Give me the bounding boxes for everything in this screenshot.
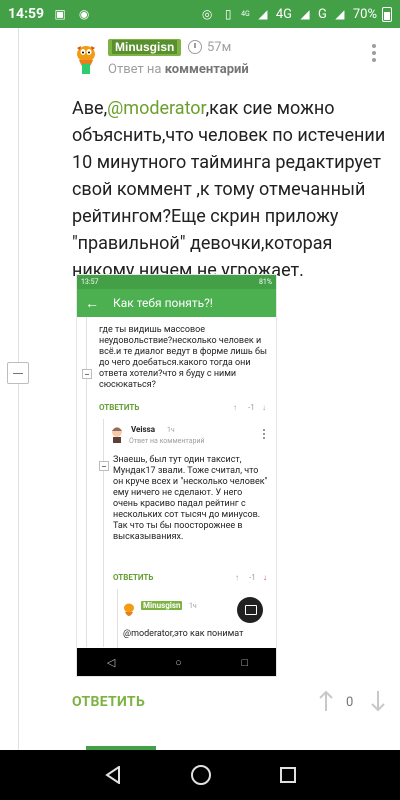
hotspot-icon: ◎ bbox=[201, 7, 213, 21]
reply-to-target[interactable]: комментарий bbox=[165, 62, 249, 77]
username-badge[interactable]: Minusgisn bbox=[108, 39, 182, 56]
embed-thread-line-3 bbox=[117, 589, 118, 649]
signal-icon-1: ◢ bbox=[258, 7, 268, 21]
embed-nav-bar: ◁ ○ □ bbox=[77, 648, 276, 676]
embed-time-2: 1ч bbox=[167, 426, 175, 434]
embed-reply-to-2: Ответ на комментарий bbox=[129, 437, 205, 445]
embed-collapse-icon bbox=[82, 369, 92, 379]
embed-status-time: 13:57 bbox=[81, 278, 99, 286]
embed-reply-link-2: ОТВЕТИТЬ bbox=[113, 573, 154, 582]
embed-second-comment: Знаешь, был тут один таксист, Мундак17 з… bbox=[113, 455, 268, 542]
embed-toolbar: ← Как тебя понять?! bbox=[77, 289, 276, 317]
embed-first-comment: где ты видишь массовое неудовольствие?не… bbox=[99, 325, 267, 390]
comment-text-start: Аве, bbox=[72, 98, 108, 119]
battery-percent: 70% bbox=[352, 6, 377, 22]
status-bar: 14:59 ▣ ◉ ◎ ▯ 4G ◢ 4G ◢ G ◢ 70% bbox=[0, 0, 400, 28]
nav-recent-apps-icon[interactable] bbox=[279, 767, 296, 783]
comment-score: 0 bbox=[346, 695, 354, 710]
vote-down-icon[interactable] bbox=[370, 690, 386, 712]
comment-time: 57м bbox=[207, 40, 232, 55]
comment-body: Аве,@moderator,как сие можно объяснить,ч… bbox=[72, 95, 392, 284]
network-label-1: 4G bbox=[275, 6, 292, 22]
reply-to-line[interactable]: Ответ на комментарий bbox=[108, 62, 249, 77]
embed-score-2: -1 bbox=[249, 573, 256, 582]
embed-nav-home-icon: ○ bbox=[175, 655, 182, 669]
lte-label: 4G bbox=[241, 9, 250, 18]
embed-thread-line-2 bbox=[103, 419, 104, 647]
vibrate-icon: ▯ bbox=[224, 7, 232, 21]
reply-to-prefix: Ответ на bbox=[108, 62, 162, 77]
network-type-g: G bbox=[318, 6, 327, 22]
notification-icons: ▣ ◉ bbox=[52, 7, 92, 21]
embed-reply-to-prefix-2: Ответ на bbox=[129, 437, 158, 445]
embed-status-battery: 81% bbox=[259, 278, 272, 286]
navigation-bar bbox=[0, 750, 400, 800]
embed-time-3: 1ч bbox=[189, 602, 197, 610]
embed-comment-fab-icon bbox=[237, 597, 263, 623]
embed-collapse-icon-2 bbox=[99, 461, 109, 471]
embed-title: Как тебя понять?! bbox=[113, 296, 213, 310]
username: Minusgisn bbox=[112, 40, 178, 54]
embed-reply-to-target-2: комментарий bbox=[159, 437, 205, 445]
embed-reply-link-1: ОТВЕТИТЬ bbox=[99, 403, 140, 412]
battery-icon bbox=[382, 6, 392, 22]
embed-username-3: Minusgisn bbox=[141, 601, 183, 610]
more-options-icon[interactable] bbox=[372, 44, 376, 64]
sync-icon: ◉ bbox=[78, 7, 90, 21]
avatar[interactable] bbox=[70, 40, 102, 80]
embed-username-2: Veissa bbox=[131, 425, 155, 434]
embed-nav-recent-icon: □ bbox=[241, 655, 249, 669]
thread-line bbox=[18, 28, 19, 750]
nav-home-icon[interactable] bbox=[190, 765, 211, 785]
embed-score-1: -1 bbox=[248, 403, 255, 412]
clock-icon bbox=[188, 40, 202, 54]
embed-avatar-3 bbox=[124, 603, 134, 616]
back-arrow-icon: ← bbox=[85, 295, 99, 312]
embed-vote-up-icon-1: ↑ bbox=[233, 403, 237, 412]
reply-button[interactable]: ОТВЕТИТЬ bbox=[72, 694, 145, 710]
embed-thread-line bbox=[86, 317, 87, 647]
embed-body: где ты видишь массовое неудовольствие?не… bbox=[77, 317, 276, 650]
embed-avatar-2 bbox=[112, 427, 122, 443]
embed-more-icon-2 bbox=[263, 429, 265, 439]
embed-vote-down-icon-2: ↓ bbox=[263, 573, 267, 582]
embed-nav-back-icon: ◁ bbox=[106, 655, 116, 669]
embed-vote-down-icon-1: ↓ bbox=[262, 403, 266, 412]
embed-status-bar: 13:57 81% bbox=[77, 275, 276, 289]
embed-vote-up-icon-2: ↑ bbox=[235, 573, 239, 582]
mention-link[interactable]: @moderator bbox=[107, 98, 205, 119]
signal-icon-3: ◢ bbox=[335, 7, 345, 21]
status-right: ◎ ▯ 4G ◢ 4G ◢ G ◢ 70% bbox=[199, 6, 392, 22]
vote-up-icon[interactable] bbox=[318, 690, 334, 712]
signal-icon-2: ◢ bbox=[300, 7, 310, 21]
nav-back-icon[interactable] bbox=[104, 766, 122, 784]
collapse-thread-button[interactable] bbox=[7, 362, 29, 384]
comment-text-rest: ,как сие можно объяснить,что человек по … bbox=[72, 98, 386, 281]
embed-third-comment: @moderator,это как понимат bbox=[123, 629, 244, 639]
screenshot-icon: ▣ bbox=[54, 7, 66, 21]
attached-screenshot[interactable]: 13:57 81% ← Как тебя понять?! где ты вид… bbox=[76, 274, 277, 677]
status-time: 14:59 bbox=[8, 6, 45, 22]
